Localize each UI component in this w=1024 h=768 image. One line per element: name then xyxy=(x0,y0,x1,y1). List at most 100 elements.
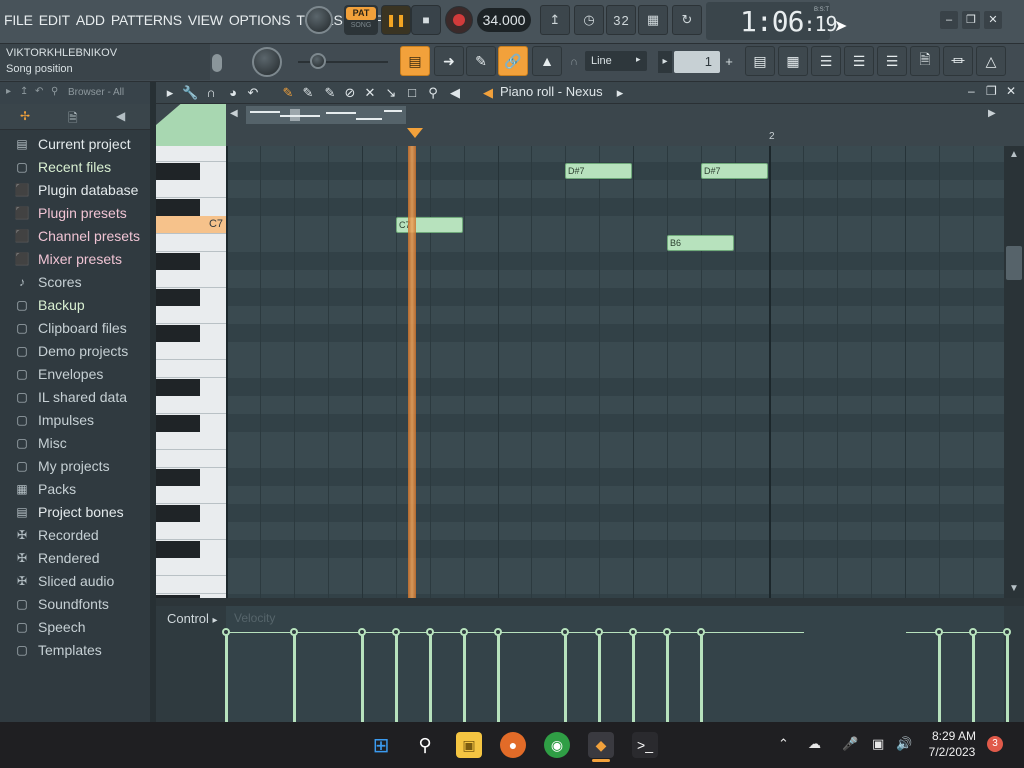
next-button[interactable]: ➜ xyxy=(434,46,464,76)
browser-item[interactable]: ▢ Clipboard files xyxy=(14,318,126,338)
note[interactable]: C7 xyxy=(396,217,463,233)
wait-for-input-button[interactable]: ◷ xyxy=(574,5,604,35)
black-key[interactable] xyxy=(156,199,200,216)
browser-item[interactable]: ✠ Rendered xyxy=(14,548,100,568)
tempo-display[interactable]: 34.000 xyxy=(477,8,531,32)
minimize-button[interactable]: – xyxy=(940,11,958,29)
browser-item[interactable]: ▤ Project bones xyxy=(14,502,123,522)
step-prev-button[interactable]: ▸ xyxy=(658,51,672,73)
countdown-button[interactable]: 3 2 xyxy=(606,5,636,35)
playback-marker[interactable] xyxy=(407,128,423,138)
velocity-stem[interactable] xyxy=(938,632,941,722)
piano-roll-button[interactable]: ▤ xyxy=(400,46,430,76)
tab-all-icon[interactable]: ✢ xyxy=(20,109,30,123)
browser-item[interactable]: ⬛ Mixer presets xyxy=(14,249,123,269)
step-edit-button[interactable]: ▦ xyxy=(638,5,668,35)
fl-studio-icon[interactable]: ◆ xyxy=(588,732,614,758)
velocity-handle[interactable] xyxy=(697,628,705,636)
velocity-handle[interactable] xyxy=(595,628,603,636)
slip-tool-icon[interactable]: ↘ xyxy=(383,85,399,101)
velocity-stem[interactable] xyxy=(497,632,500,722)
pencil-tool-icon[interactable]: ✎ xyxy=(280,85,296,101)
tempo-tapper-button[interactable]: △ xyxy=(976,46,1006,76)
edit-tool-button[interactable]: ✎ xyxy=(466,46,496,76)
notification-badge[interactable]: 3 xyxy=(987,736,1003,752)
menu-view[interactable]: VIEW xyxy=(188,12,223,28)
browser-arrow-icon[interactable]: ▸ xyxy=(6,86,11,97)
velocity-handle[interactable] xyxy=(935,628,943,636)
terminal-icon[interactable]: >_ xyxy=(632,732,658,758)
velocity-handle[interactable] xyxy=(969,628,977,636)
velocity-handle[interactable] xyxy=(561,628,569,636)
velocity-handle[interactable] xyxy=(426,628,434,636)
white-key[interactable] xyxy=(156,180,226,198)
pattern-overview[interactable] xyxy=(246,106,406,124)
playback-speaker-icon[interactable]: ◀ xyxy=(447,85,463,101)
file-explorer-icon[interactable]: ▣ xyxy=(456,732,482,758)
velocity-stem[interactable] xyxy=(632,632,635,722)
browser-item[interactable]: ♪ Scores xyxy=(14,272,82,292)
browser-item[interactable]: ▢ Templates xyxy=(14,640,101,660)
note[interactable]: D#7 xyxy=(701,163,768,179)
white-key[interactable] xyxy=(156,360,226,378)
browser-item[interactable]: ▤ Current project xyxy=(14,134,130,154)
browser-item[interactable]: ⬛ Plugin presets xyxy=(14,203,127,223)
black-key[interactable] xyxy=(156,325,200,342)
velocity-stem[interactable] xyxy=(666,632,669,722)
pr-close-button[interactable]: ✕ xyxy=(1006,84,1016,98)
black-key[interactable] xyxy=(156,469,200,486)
velocity-handle[interactable] xyxy=(460,628,468,636)
black-key[interactable] xyxy=(156,505,200,522)
black-key[interactable] xyxy=(156,379,200,396)
note[interactable]: D#7 xyxy=(565,163,632,179)
browser-item[interactable]: ✠ Sliced audio xyxy=(14,571,114,591)
chrome-icon[interactable]: ◉ xyxy=(544,732,570,758)
step-value-display[interactable]: 1 xyxy=(674,51,720,73)
browser-item[interactable]: ▢ Backup xyxy=(14,295,84,315)
volume-icon[interactable]: 🔊 xyxy=(896,736,912,752)
scroll-right-button[interactable]: ▶ xyxy=(988,108,1002,122)
piano-keyboard[interactable]: C8C7 xyxy=(156,146,226,598)
record-button[interactable] xyxy=(445,6,473,34)
magnet-icon[interactable]: ∩ xyxy=(203,85,219,100)
velocity-handle[interactable] xyxy=(290,628,298,636)
metronome-button[interactable]: ↥ xyxy=(540,5,570,35)
windows-start-icon[interactable]: ⊞ xyxy=(368,732,394,758)
menu-options[interactable]: OPTIONS xyxy=(229,12,291,28)
loop-record-button[interactable]: ↻ xyxy=(672,5,702,35)
playback-icon[interactable]: ◕ xyxy=(225,85,241,100)
black-key[interactable] xyxy=(156,289,200,306)
mixer-faders-button[interactable]: ☰ xyxy=(844,46,874,76)
black-key[interactable] xyxy=(156,415,200,432)
scroll-up-icon[interactable]: ▲ xyxy=(1004,146,1024,164)
velocity-stem[interactable] xyxy=(225,632,228,722)
browser-item[interactable]: ▢ Demo projects xyxy=(14,341,128,361)
white-key[interactable] xyxy=(156,306,226,324)
menu-file[interactable]: FILE xyxy=(4,12,33,28)
channel-rack-button[interactable]: ▦ xyxy=(778,46,808,76)
step-add-button[interactable]: + xyxy=(722,51,736,73)
pr-minimize-button[interactable]: – xyxy=(968,84,975,98)
browser-item[interactable]: ▢ Impulses xyxy=(14,410,94,430)
mixer-button[interactable]: ☰ xyxy=(811,46,841,76)
speaker-icon[interactable]: ◀ xyxy=(480,85,496,101)
zoom-tool-icon[interactable]: ⚲ xyxy=(425,85,441,101)
microphone-icon[interactable]: 🎤 xyxy=(842,736,858,752)
menu-arrow-icon[interactable]: ▸ xyxy=(162,85,178,101)
playlist-button[interactable]: ▤ xyxy=(745,46,775,76)
display-icon[interactable]: ▣ xyxy=(872,736,884,752)
velocity-handle[interactable] xyxy=(663,628,671,636)
tab-files-icon[interactable]: 🗎 xyxy=(68,109,78,130)
velocity-stem[interactable] xyxy=(463,632,466,722)
browser-item[interactable]: ▢ Soundfonts xyxy=(14,594,109,614)
black-key[interactable] xyxy=(156,163,200,180)
mute-tool-icon[interactable]: ✕ xyxy=(362,85,378,101)
undo-icon[interactable]: ↶ xyxy=(35,86,43,97)
piano-roll-title[interactable]: Piano roll - Nexus xyxy=(500,84,603,99)
velocity-stem[interactable] xyxy=(293,632,296,722)
maximize-button[interactable]: ❐ xyxy=(962,11,980,29)
velocity-handle[interactable] xyxy=(629,628,637,636)
browser-item[interactable]: ⬛ Channel presets xyxy=(14,226,140,246)
browser-item[interactable]: ▦ Packs xyxy=(14,479,76,499)
velocity-stem[interactable] xyxy=(972,632,975,722)
